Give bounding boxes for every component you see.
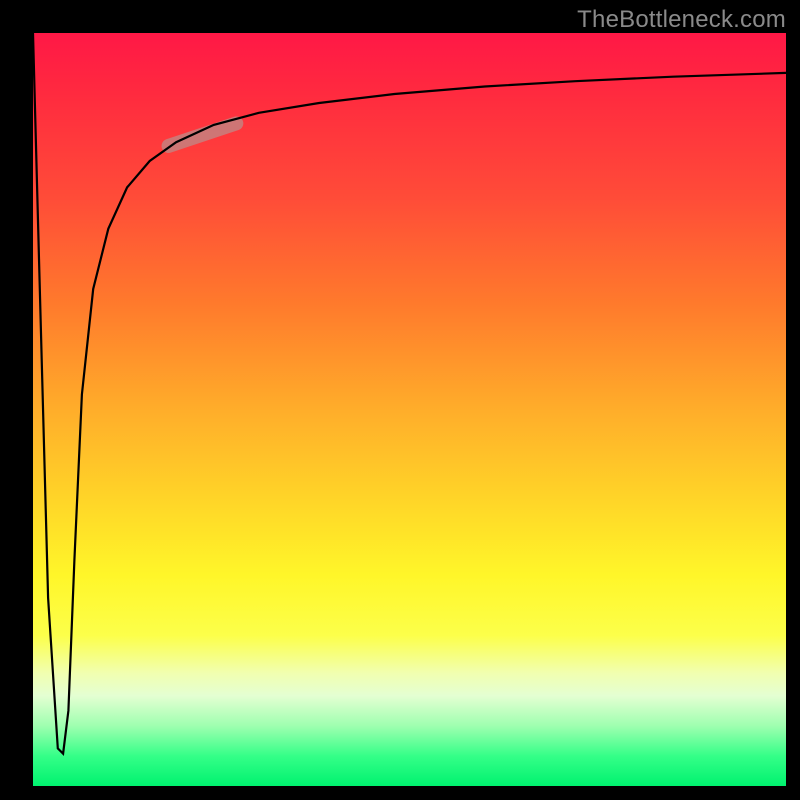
highlight-segment [169, 123, 237, 146]
chart-frame: TheBottleneck.com [0, 0, 800, 800]
curve-svg [33, 33, 786, 786]
watermark-label: TheBottleneck.com [577, 6, 786, 34]
chart-plot-area [33, 33, 786, 786]
bottleneck-curve [33, 33, 786, 754]
